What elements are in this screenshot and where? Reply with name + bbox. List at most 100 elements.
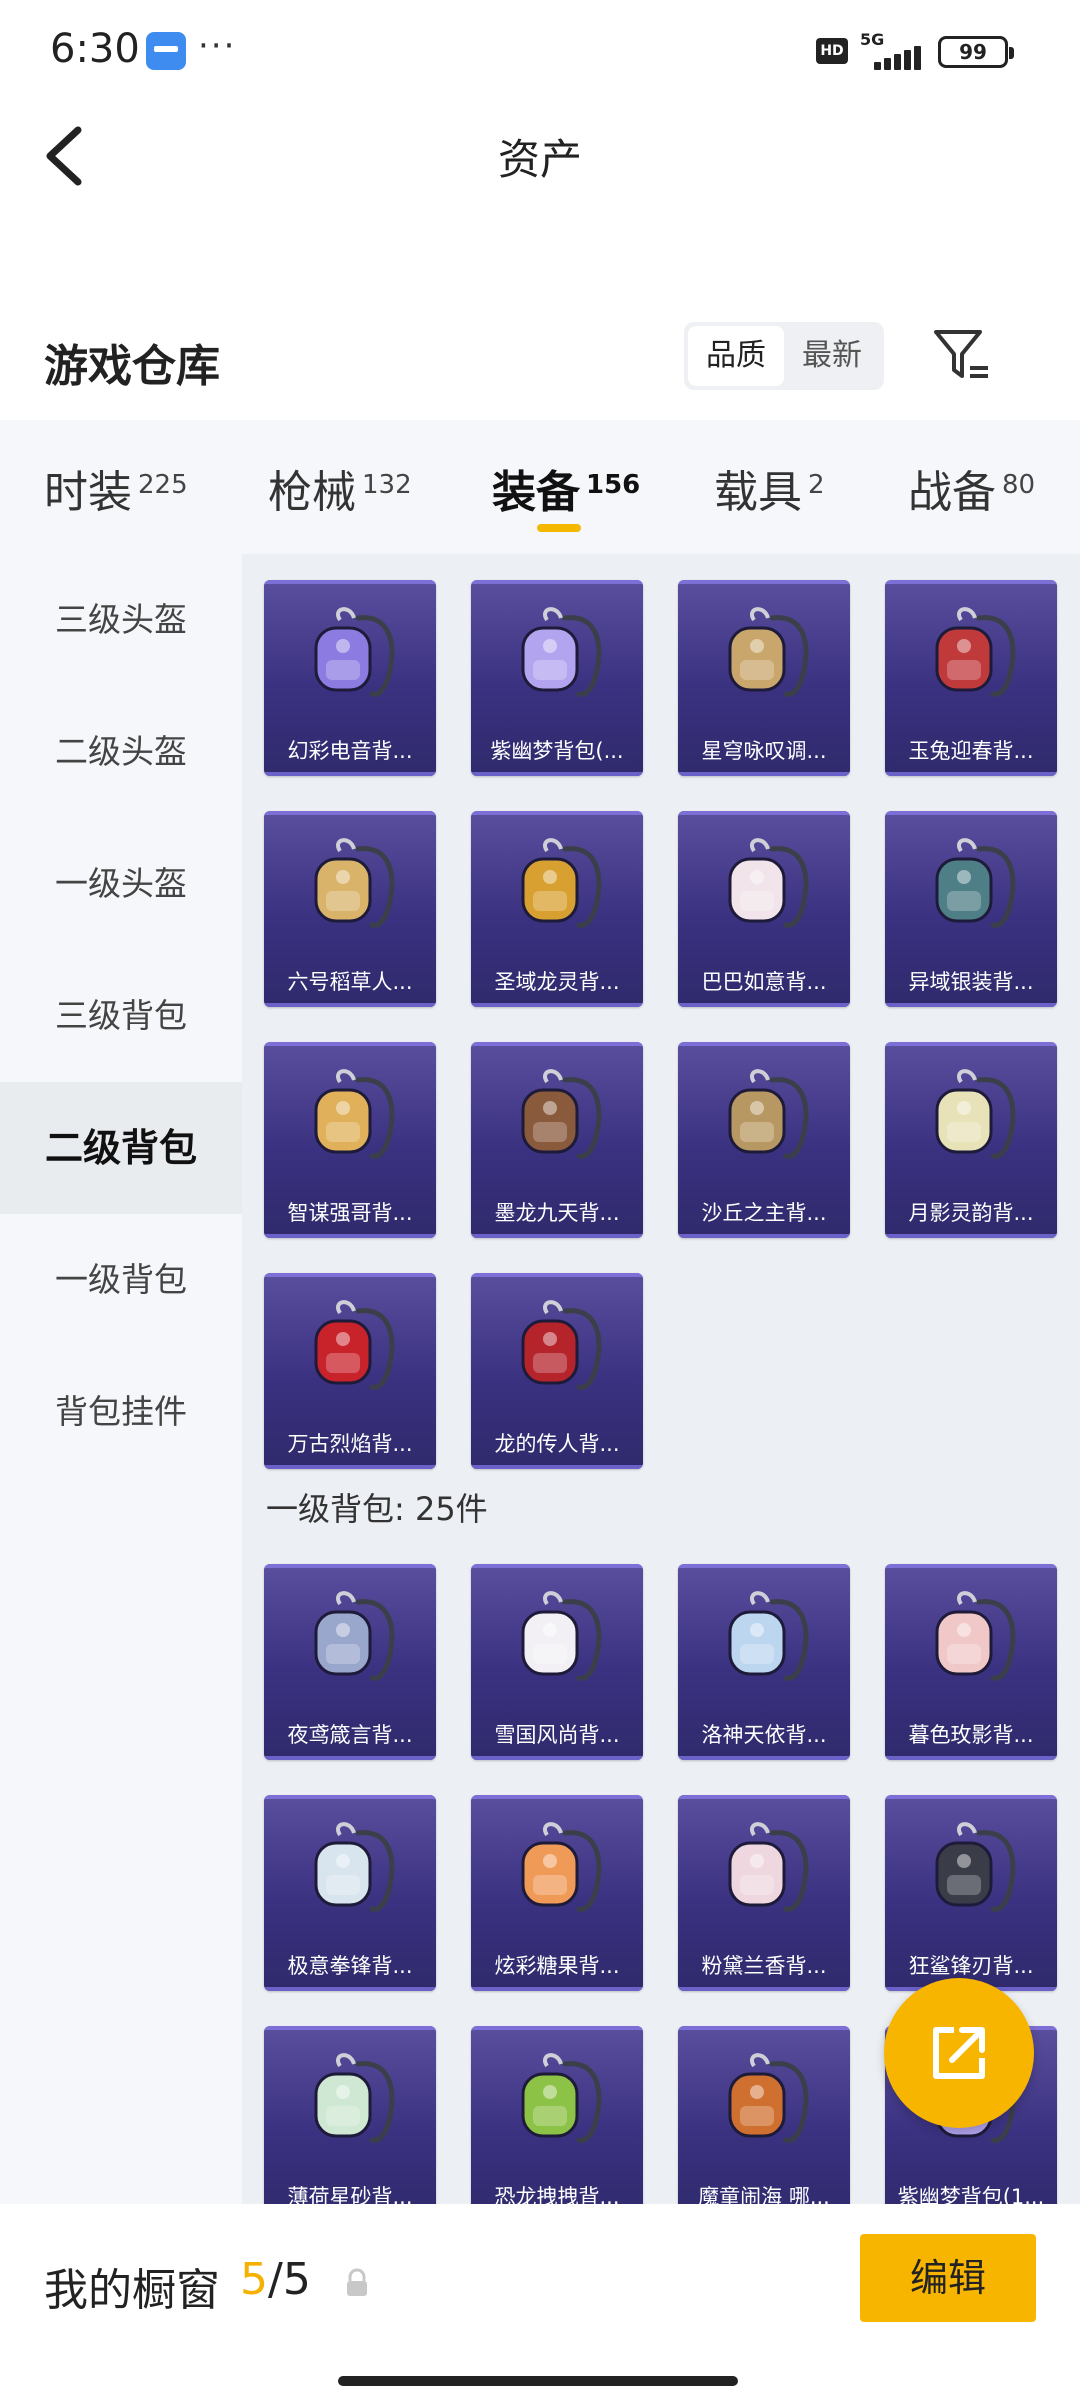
item-label: 雪国风尚背...: [494, 1723, 620, 1747]
item-card[interactable]: 暮色玫影背...: [885, 1564, 1057, 1760]
filter-button[interactable]: [930, 324, 994, 388]
sidebar-item-level3-helmet[interactable]: 三级头盔: [0, 554, 242, 686]
item-card[interactable]: 炫彩糖果背...: [471, 1795, 643, 1991]
card-rarity-bar: [885, 772, 1057, 776]
item-label: 恐龙拽拽背...: [494, 2185, 620, 2204]
backpack-icon: [314, 1300, 395, 1390]
backpack-icon: [728, 2053, 809, 2143]
item-grid: 幻彩电音背... 紫幽梦背包(... 星穹咏叹调... 玉兔迎春背... 六号稻草人..…: [242, 554, 1080, 2204]
item-label: 洛神天依背...: [701, 1723, 827, 1747]
card-rarity-bar: [264, 772, 436, 776]
card-rarity-bar: [471, 1465, 643, 1469]
card-frame: [678, 811, 850, 815]
backpack-icon: [314, 838, 395, 928]
sidebar-item-level1-backpack[interactable]: 一级背包: [0, 1214, 242, 1346]
item-card[interactable]: 玉兔迎春背...: [885, 580, 1057, 776]
page-title: 资产: [497, 135, 582, 184]
item-card[interactable]: 雪国风尚背...: [471, 1564, 643, 1760]
card-frame: [471, 1795, 643, 1799]
item-card[interactable]: 夜鸢箴言背...: [264, 1564, 436, 1760]
card-frame: [471, 811, 643, 815]
sidebar: 三级头盔 二级头盔 一级头盔 三级背包 二级背包 一级背包 背包挂件: [0, 554, 242, 2204]
share-fab[interactable]: [884, 1978, 1034, 2128]
item-label: 巴巴如意背...: [701, 970, 827, 994]
item-card[interactable]: 粉黛兰香背...: [678, 1795, 850, 1991]
more-notifications-icon: ···: [198, 26, 237, 66]
item-label: 紫幽梦背包(...: [490, 739, 624, 763]
tab-battle-gear[interactable]: 战备 80: [908, 456, 1035, 520]
item-card[interactable]: 智谋强哥背...: [264, 1042, 436, 1238]
card-frame: [678, 2026, 850, 2030]
item-label: 暮色玫影背...: [908, 1723, 1034, 1747]
tab-count: 80: [1002, 470, 1036, 500]
item-card[interactable]: 万古烈焰背...: [264, 1273, 436, 1469]
card-frame: [264, 2026, 436, 2030]
lock-icon: [347, 2268, 367, 2296]
battery-icon: 99: [938, 36, 1014, 68]
item-card[interactable]: 幻彩电音背...: [264, 580, 436, 776]
card-rarity-bar: [471, 1756, 643, 1760]
backpack-icon: [314, 607, 395, 697]
card-rarity-bar: [471, 1003, 643, 1007]
item-card[interactable]: 圣域龙灵背...: [471, 811, 643, 1007]
item-card[interactable]: 月影灵韵背...: [885, 1042, 1057, 1238]
item-card[interactable]: 六号稻草人...: [264, 811, 436, 1007]
sidebar-item-backpack-charm[interactable]: 背包挂件: [0, 1346, 242, 1478]
sort-toggle: 品质 最新: [684, 322, 884, 390]
edit-button[interactable]: 编辑: [860, 2234, 1036, 2322]
item-label: 幻彩电音背...: [287, 739, 413, 763]
sidebar-item-level2-backpack[interactable]: 二级背包: [0, 1082, 242, 1214]
backpack-icon: [728, 1069, 809, 1159]
item-card[interactable]: 魔童闹海 哪...: [678, 2026, 850, 2204]
header: 资产: [0, 100, 1080, 210]
item-card[interactable]: 狂鲨锋刃背...: [885, 1795, 1057, 1991]
backpack-icon: [521, 1591, 602, 1681]
item-card[interactable]: 极意拳锋背...: [264, 1795, 436, 1991]
sort-option-newest[interactable]: 最新: [784, 326, 880, 386]
item-label: 星穹咏叹调...: [701, 739, 827, 763]
tab-count: 225: [138, 470, 188, 500]
item-card[interactable]: 星穹咏叹调...: [678, 580, 850, 776]
card-frame: [678, 1564, 850, 1568]
item-card[interactable]: 紫幽梦背包(...: [471, 580, 643, 776]
item-card[interactable]: 异域银装背...: [885, 811, 1057, 1007]
item-label: 墨龙九天背...: [494, 1201, 620, 1225]
tab-fashion[interactable]: 时装 225: [44, 456, 188, 520]
sidebar-item-level3-backpack[interactable]: 三级背包: [0, 950, 242, 1082]
item-card[interactable]: 墨龙九天背...: [471, 1042, 643, 1238]
item-card[interactable]: 巴巴如意背...: [678, 811, 850, 1007]
backpack-icon: [314, 1069, 395, 1159]
filter-icon: [934, 330, 988, 378]
sidebar-item-level2-helmet[interactable]: 二级头盔: [0, 686, 242, 818]
warehouse-bar: 游戏仓库 品质 最新: [0, 300, 1080, 420]
card-frame: [678, 580, 850, 584]
showcase-count-total: /5: [268, 2254, 311, 2305]
card-frame: [471, 1042, 643, 1046]
tab-vehicles[interactable]: 载具 2: [714, 456, 825, 520]
item-card[interactable]: 沙丘之主背...: [678, 1042, 850, 1238]
item-card[interactable]: 洛神天依背...: [678, 1564, 850, 1760]
item-label: 龙的传人背...: [494, 1432, 620, 1456]
item-label: 月影灵韵背...: [908, 1201, 1034, 1225]
backpack-icon: [314, 1591, 395, 1681]
item-card[interactable]: 薄荷星砂背...: [264, 2026, 436, 2204]
tab-label: 战备: [908, 467, 996, 518]
category-tabs: 时装 225 枪械 132 装备 156 载具 2 战备 80: [0, 420, 1080, 554]
item-card[interactable]: 龙的传人背...: [471, 1273, 643, 1469]
backpack-icon: [935, 607, 1016, 697]
sidebar-item-level1-helmet[interactable]: 一级头盔: [0, 818, 242, 950]
tab-equipment[interactable]: 装备 156: [492, 456, 640, 520]
item-label: 异域银装背...: [908, 970, 1034, 994]
backpack-icon: [521, 607, 602, 697]
sort-option-quality[interactable]: 品质: [688, 326, 784, 386]
backpack-icon: [935, 1591, 1016, 1681]
card-rarity-bar: [471, 772, 643, 776]
card-rarity-bar: [885, 1756, 1057, 1760]
status-time: 6:30: [50, 26, 140, 72]
item-label: 炫彩糖果背...: [494, 1954, 620, 1978]
backpack-icon: [314, 2053, 395, 2143]
item-card[interactable]: 恐龙拽拽背...: [471, 2026, 643, 2204]
tab-firearms[interactable]: 枪械 132: [268, 456, 412, 520]
card-rarity-bar: [678, 772, 850, 776]
card-frame: [885, 1564, 1057, 1568]
